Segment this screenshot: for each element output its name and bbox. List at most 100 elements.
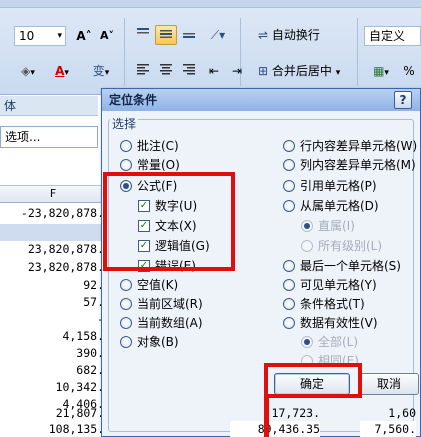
- cell[interactable]: 390.: [0, 345, 104, 362]
- selected-row: [0, 224, 106, 241]
- ribbon-top-strip: [0, 0, 421, 8]
- phonetic-button[interactable]: 变▾: [84, 61, 118, 81]
- formula-options-highlight: [103, 172, 235, 271]
- cell[interactable]: 92.: [0, 277, 104, 294]
- align-bottom-icon: [183, 33, 195, 38]
- radio[interactable]: [283, 200, 295, 212]
- increase-indent-button[interactable]: ⇥: [226, 61, 248, 81]
- chevron-down-icon: ▾: [57, 31, 62, 41]
- highlight-stroke: [264, 395, 269, 437]
- phonetic-icon: 变: [92, 64, 105, 78]
- chevron-down-icon: ▾: [104, 68, 110, 78]
- align-right-button[interactable]: [178, 61, 200, 81]
- number-format-select[interactable]: 自定义: [364, 26, 421, 46]
- merge-icon: ⊞: [258, 64, 269, 78]
- orientation-button[interactable]: ⟋▾: [203, 25, 233, 45]
- radio[interactable]: [283, 180, 295, 192]
- cell[interactable]: 89,436.35: [230, 421, 320, 437]
- percent-button[interactable]: %: [399, 61, 419, 81]
- align-top-icon: [137, 28, 149, 34]
- option-label: 引用单元格(P): [300, 179, 377, 193]
- cell[interactable]: -: [0, 311, 104, 328]
- column-header-f[interactable]: F: [0, 185, 106, 203]
- align-left-button[interactable]: [132, 61, 154, 81]
- radio[interactable]: [120, 317, 132, 329]
- radio[interactable]: [283, 260, 295, 272]
- number-format-value: 自定义: [369, 29, 406, 43]
- option-label: 所有级别(L): [318, 239, 383, 253]
- font-size-select[interactable]: 10 ▾: [14, 26, 66, 46]
- cell[interactable]: 17,723.: [230, 405, 320, 422]
- option-label: 可见单元格(Y): [300, 278, 377, 292]
- paint-bucket-icon: ◈: [21, 64, 31, 78]
- accounting-format-button[interactable]: ▦▾: [366, 61, 396, 81]
- divider: [124, 18, 125, 86]
- align-top-button[interactable]: [132, 25, 154, 45]
- option-label: 当前数组(A): [137, 316, 203, 330]
- cell[interactable]: 10,342.: [0, 379, 104, 396]
- radio[interactable]: [283, 317, 295, 329]
- cell[interactable]: -23,820,878.: [0, 205, 104, 222]
- radio[interactable]: [283, 159, 295, 171]
- wrap-text-icon: ⇌: [258, 28, 269, 42]
- cell[interactable]: 7,560.: [360, 421, 416, 437]
- cell[interactable]: 23,820,878.: [0, 241, 104, 258]
- align-bottom-button[interactable]: [178, 25, 200, 45]
- radio[interactable]: [120, 279, 132, 291]
- currency-icon: ▦: [373, 64, 385, 78]
- option-label: 直属(I): [318, 219, 355, 233]
- radio[interactable]: [120, 140, 132, 152]
- option-label: 最后一个单元格(S): [300, 259, 401, 273]
- cell[interactable]: 23,820,878.: [0, 259, 104, 276]
- merge-center-button[interactable]: ⊞ 合并后居中 ▾: [257, 61, 353, 81]
- chevron-down-icon: ▾: [30, 68, 35, 78]
- ribbon: 10 ▾ A˄ A˅ ⟋▾ ⇌ 自动换行 自定义 ◈▾ A▾ 变▾ ⇤ ⇥ ⊞ …: [0, 0, 421, 95]
- radio[interactable]: [120, 336, 132, 348]
- fill-color-button[interactable]: ◈▾: [12, 61, 44, 81]
- indent-icon: ⇥: [231, 64, 243, 78]
- radio[interactable]: [120, 159, 132, 171]
- cell[interactable]: 57.: [0, 294, 104, 311]
- align-center-button[interactable]: [155, 61, 177, 81]
- wrap-text-label: 自动换行: [271, 28, 320, 42]
- radio[interactable]: [283, 279, 295, 291]
- chevron-down-icon: ▾: [64, 68, 69, 78]
- dialog-title[interactable]: 定位条件: [102, 89, 420, 111]
- options-button[interactable]: 选项...: [0, 126, 98, 148]
- font-color-button[interactable]: A▾: [46, 61, 78, 81]
- font-size-value: 10: [19, 29, 35, 43]
- divider: [357, 18, 358, 86]
- option-label: 常量(O): [137, 158, 180, 172]
- decrease-indent-button[interactable]: ⇤: [203, 61, 225, 81]
- option-label: 数据有效性(V): [300, 316, 378, 330]
- merge-center-label: 合并后居中: [271, 64, 332, 78]
- cancel-button[interactable]: 取消: [359, 373, 419, 395]
- option-label: 批注(C): [137, 139, 179, 153]
- ok-button-highlight: [264, 363, 362, 398]
- radio-disabled: [301, 240, 313, 252]
- radio-disabled: [301, 336, 313, 348]
- align-middle-icon: [160, 30, 172, 38]
- radio[interactable]: [283, 298, 295, 310]
- help-button[interactable]: ?: [394, 91, 412, 109]
- option-label: 从属单元格(D): [300, 199, 379, 213]
- wrap-text-button[interactable]: ⇌ 自动换行: [257, 25, 337, 45]
- text-orientation-icon: ⟋▾: [210, 28, 226, 42]
- align-center-icon: [160, 64, 172, 75]
- cell[interactable]: 1,60: [360, 405, 416, 422]
- chevron-down-icon: ▾: [384, 68, 389, 78]
- radio[interactable]: [283, 140, 295, 152]
- option-label: 空值(K): [137, 278, 179, 292]
- cell[interactable]: 4,158.: [0, 328, 104, 345]
- radio-disabled: [301, 220, 313, 232]
- option-label: 列内容差异单元格(M): [300, 158, 416, 172]
- shrink-font-button[interactable]: A˅: [97, 26, 117, 46]
- cell[interactable]: 682.: [0, 362, 104, 379]
- align-middle-button[interactable]: [155, 25, 177, 45]
- radio[interactable]: [120, 298, 132, 310]
- grow-font-button[interactable]: A˄: [74, 26, 94, 46]
- chevron-down-icon: ▾: [335, 68, 341, 78]
- align-right-icon: [183, 64, 195, 75]
- align-left-icon: [137, 64, 149, 75]
- font-color-icon: A: [55, 64, 65, 78]
